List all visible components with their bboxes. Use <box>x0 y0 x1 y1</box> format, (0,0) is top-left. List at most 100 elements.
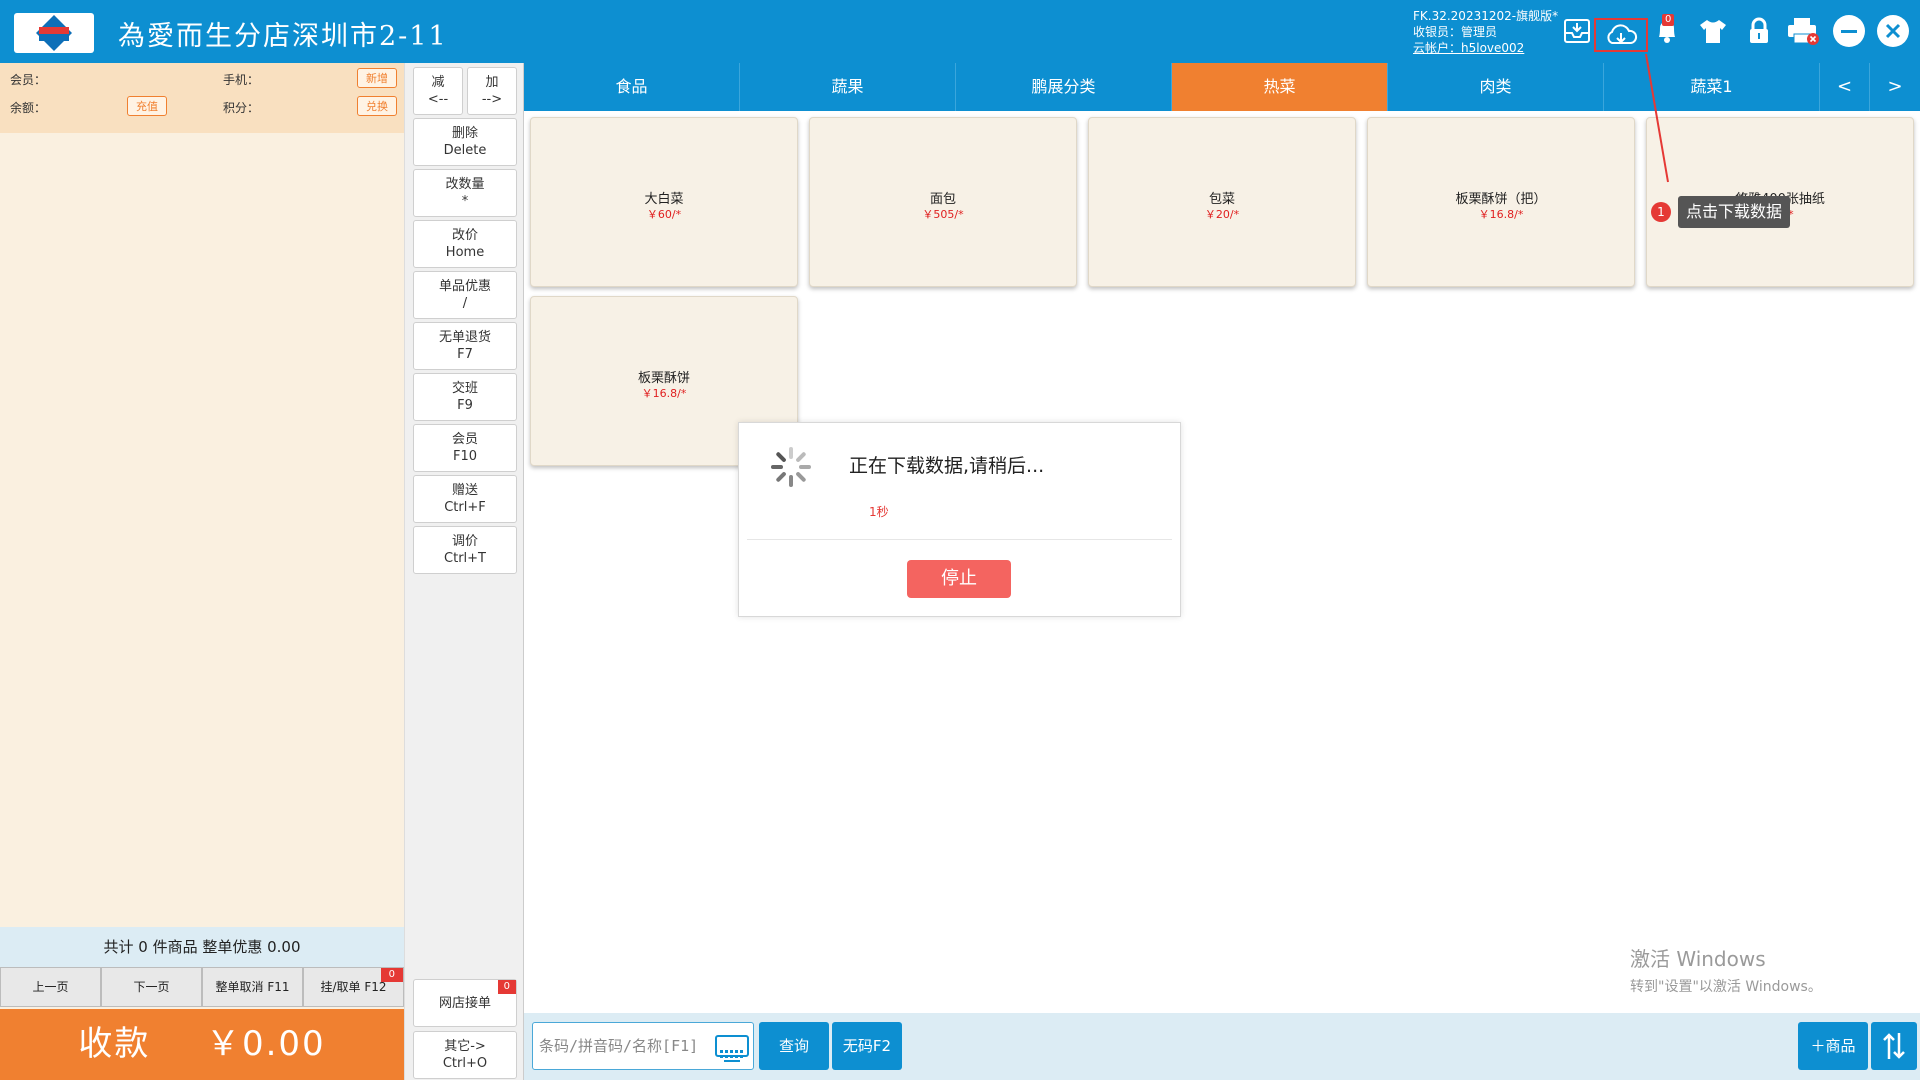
shift-key: F9 <box>457 398 473 413</box>
member-btn-key: F10 <box>452 449 478 464</box>
member-button[interactable]: 会员 F10 <box>413 424 517 472</box>
member-info: 会员： 手机： 新增 余额： 充值 积分： 兑换 <box>0 63 404 133</box>
cashier-text: 收银员：管理员 <box>1413 25 1498 39</box>
tab-pengzhan[interactable]: 鹏展分类 <box>956 63 1172 111</box>
change-quantity-key: * <box>461 194 469 209</box>
product-card[interactable]: 包菜 ￥20/* <box>1088 117 1356 287</box>
stop-button[interactable]: 停止 <box>907 560 1011 598</box>
cart-pager: 上一页 下一页 整单取消 F11 挂/取单 F12 0 <box>0 967 404 1007</box>
add-member-button[interactable]: 新增 <box>357 68 397 88</box>
order-summary: 共计 0 件商品 整单优惠 0.00 <box>0 927 404 967</box>
checkout-label: 收款 <box>78 1024 151 1064</box>
tab-fruits-veg[interactable]: 蔬果 <box>740 63 956 111</box>
keyboard-icon[interactable] <box>715 1035 749 1062</box>
gift-key: Ctrl+F <box>444 500 486 515</box>
close-icon[interactable] <box>1876 14 1910 48</box>
cancel-order-button[interactable]: 整单取消 F11 <box>202 967 303 1007</box>
decrease-button[interactable]: 减 <-- <box>413 67 463 115</box>
windows-activation-watermark: 激活 Windows 转到"设置"以激活 Windows。 <box>1630 943 1822 996</box>
increase-button[interactable]: 加 --> <box>467 67 517 115</box>
checkout-amount: ￥0.00 <box>205 1024 326 1064</box>
shift-handover-button[interactable]: 交班 F9 <box>413 373 517 421</box>
cart-panel: 会员： 手机： 新增 余额： 充值 积分： 兑换 共计 0 件商品 整单优惠 0… <box>0 63 404 1080</box>
query-button[interactable]: 查询 <box>759 1022 829 1070</box>
change-quantity-button[interactable]: 改数量 * <box>413 169 517 217</box>
delete-label: 删除 <box>451 126 478 141</box>
product-price: ￥16.8/* <box>641 387 687 400</box>
loading-seconds: 1秒 <box>869 505 889 519</box>
product-grid: 大白菜 ￥60/* 面包 ￥505/* 包菜 ￥20/* 板栗酥饼（把） ￥16… <box>524 111 1920 1011</box>
store-title: 為愛而生分店深圳市2-11 <box>118 21 448 52</box>
shift-label: 交班 <box>451 381 478 396</box>
search-input[interactable]: 条码/拼音码/名称[F1] <box>532 1022 754 1070</box>
other-key: Ctrl+O <box>442 1056 488 1071</box>
cloud-download-icon[interactable] <box>1594 18 1648 52</box>
product-name: 包菜 <box>1208 192 1235 207</box>
product-name: 板栗酥饼（把） <box>1455 192 1547 207</box>
bottom-bar: 条码/拼音码/名称[F1] 查询 无码F2 ＋商品 <box>524 1013 1920 1080</box>
watermark-line2: 转到"设置"以激活 Windows。 <box>1630 979 1822 995</box>
checkout-button[interactable]: 收款 ￥0.00 <box>0 1009 404 1080</box>
product-card[interactable]: 面包 ￥505/* <box>809 117 1077 287</box>
increase-key: --> <box>481 92 503 107</box>
function-column: 减 <-- 加 --> 删除 Delete 改数量 * 改价 Home 单品优惠… <box>404 63 524 1080</box>
change-price-button[interactable]: 改价 Home <box>413 220 517 268</box>
other-label: 其它-> <box>444 1039 486 1054</box>
delete-button[interactable]: 删除 Delete <box>413 118 517 166</box>
watermark-line1: 激活 Windows <box>1630 947 1766 971</box>
prev-page-button[interactable]: 上一页 <box>0 967 101 1007</box>
gift-button[interactable]: 赠送 Ctrl+F <box>413 475 517 523</box>
return-label: 无单退货 <box>438 330 491 345</box>
bell-badge: 0 <box>1662 14 1675 26</box>
online-orders-badge: 0 <box>497 980 516 994</box>
return-key: F7 <box>457 347 473 362</box>
return-without-receipt-button[interactable]: 无单退货 F7 <box>413 322 517 370</box>
lock-icon[interactable] <box>1742 14 1776 48</box>
tooltip-step-number: 1 <box>1651 202 1671 222</box>
tab-meat[interactable]: 肉类 <box>1388 63 1604 111</box>
decrease-key: <-- <box>427 92 449 107</box>
tab-prev-button[interactable]: < <box>1820 63 1870 111</box>
tab-vegetables-1[interactable]: 蔬菜1 <box>1604 63 1820 111</box>
download-tooltip: 点击下载数据 <box>1678 196 1791 228</box>
cloud-account-link[interactable]: 云帐户：h5love002 <box>1413 40 1558 56</box>
recharge-button[interactable]: 充值 <box>127 96 167 116</box>
tab-hot-dishes[interactable]: 热菜 <box>1172 63 1388 111</box>
add-goods-button[interactable]: ＋商品 <box>1798 1022 1868 1070</box>
logo-diamond-icon <box>36 15 72 51</box>
product-price: ￥505/* <box>922 208 964 221</box>
no-code-button[interactable]: 无码F2 <box>832 1022 902 1070</box>
product-card[interactable]: 板栗酥饼（把） ￥16.8/* <box>1367 117 1635 287</box>
decrease-label: 减 <box>431 75 445 90</box>
change-quantity-label: 改数量 <box>445 177 485 192</box>
change-price-key: Home <box>445 245 485 260</box>
item-discount-button[interactable]: 单品优惠 / <box>413 271 517 319</box>
tab-food[interactable]: 食品 <box>524 63 740 111</box>
other-button[interactable]: 其它-> Ctrl+O <box>413 1031 517 1079</box>
product-name: 板栗酥饼 <box>637 371 690 386</box>
search-placeholder: 条码/拼音码/名称[F1] <box>539 1037 699 1055</box>
loading-spinner-icon <box>771 447 811 487</box>
adjust-price-button[interactable]: 调价 Ctrl+T <box>413 526 517 574</box>
inbox-icon[interactable] <box>1560 14 1594 48</box>
increase-label: 加 <box>485 75 499 90</box>
shirt-icon[interactable] <box>1696 14 1730 48</box>
dialog-divider <box>747 539 1172 540</box>
exchange-button[interactable]: 兑换 <box>357 96 397 116</box>
points-label: 积分： <box>223 101 260 115</box>
product-card[interactable]: 大白菜 ￥60/* <box>530 117 798 287</box>
delete-key: Delete <box>443 143 487 158</box>
printer-icon[interactable] <box>1786 14 1820 48</box>
next-page-button[interactable]: 下一页 <box>101 967 202 1007</box>
minimize-icon[interactable] <box>1832 14 1866 48</box>
tab-next-button[interactable]: > <box>1870 63 1920 111</box>
sort-toggle-button[interactable] <box>1871 1022 1917 1070</box>
hang-order-badge: 0 <box>380 968 403 982</box>
hang-order-button[interactable]: 挂/取单 F12 0 <box>303 967 404 1007</box>
member-btn-label: 会员 <box>451 432 478 447</box>
sort-arrows-icon <box>1883 1033 1905 1059</box>
online-orders-button[interactable]: 网店接单 0 <box>413 979 517 1027</box>
aibao-logo <box>14 13 94 53</box>
member-label: 会员： <box>10 73 47 87</box>
product-price: ￥20/* <box>1204 208 1240 221</box>
